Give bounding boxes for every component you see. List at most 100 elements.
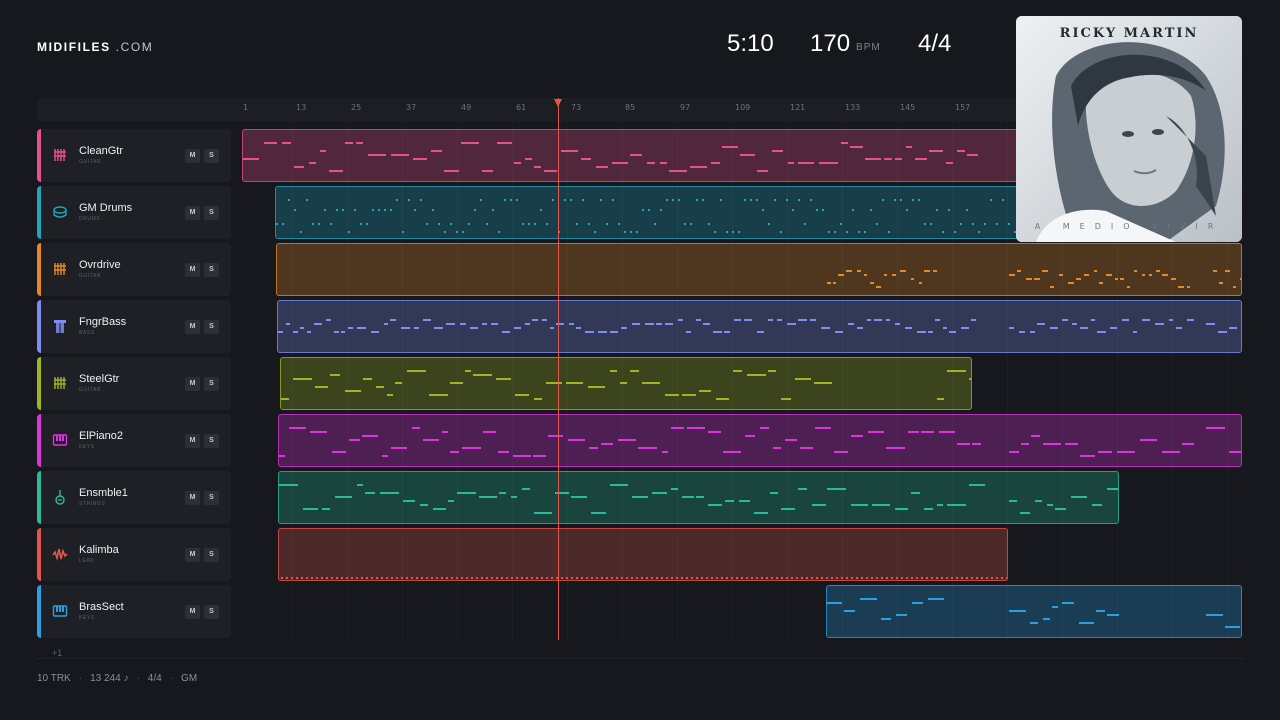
- midi-note: [788, 162, 794, 164]
- mute-button[interactable]: M: [185, 149, 200, 163]
- solo-button[interactable]: S: [204, 377, 219, 391]
- track-header[interactable]: FngrBass BASS M S: [37, 300, 231, 353]
- solo-button[interactable]: S: [204, 434, 219, 448]
- track-color-stripe: [37, 129, 41, 182]
- midi-note: [936, 209, 938, 211]
- track-name: Ovrdrive: [79, 259, 121, 271]
- tempo-display: 170 BPM: [810, 30, 881, 58]
- midi-clip[interactable]: [280, 357, 972, 410]
- midi-note: [576, 223, 578, 225]
- midi-note: [1098, 451, 1112, 453]
- midi-note: [514, 327, 521, 329]
- midi-clip[interactable]: [826, 585, 1242, 638]
- midi-note: [569, 323, 574, 325]
- wave-icon: [52, 546, 68, 562]
- midi-note: [941, 577, 943, 579]
- track-header[interactable]: Kalimba LEAD M S: [37, 528, 231, 581]
- mute-button[interactable]: M: [185, 491, 200, 505]
- midi-note: [960, 223, 962, 225]
- footer-signature: 4/4: [147, 673, 162, 684]
- midi-clip[interactable]: [278, 414, 1242, 467]
- midi-note: [956, 577, 958, 579]
- midi-note: [846, 231, 848, 233]
- album-artist: RICKY MARTIN: [1059, 26, 1199, 41]
- midi-note: [642, 209, 644, 211]
- midi-note: [294, 209, 296, 211]
- track-header[interactable]: GM Drums DRUMS M S: [37, 186, 231, 239]
- mute-button[interactable]: M: [185, 263, 200, 277]
- track-header[interactable]: Ensmble1 STRINGS M S: [37, 471, 231, 524]
- mute-button[interactable]: M: [185, 548, 200, 562]
- midi-note: [288, 199, 290, 201]
- midi-note: [762, 209, 764, 211]
- playhead[interactable]: [558, 98, 559, 640]
- solo-button[interactable]: S: [204, 149, 219, 163]
- track-header[interactable]: BrasSect KEYS M S: [37, 585, 231, 638]
- midi-note: [320, 150, 326, 152]
- track-header[interactable]: Ovrdrive GUITAR M S: [37, 243, 231, 296]
- midi-note: [588, 386, 605, 388]
- midi-note: [901, 577, 903, 579]
- midi-note: [946, 162, 953, 164]
- midi-note: [630, 231, 632, 233]
- midi-note: [686, 577, 688, 579]
- midi-note: [541, 577, 543, 579]
- midi-clip[interactable]: [278, 471, 1119, 524]
- midi-note: [773, 447, 781, 449]
- midi-note: [444, 231, 446, 233]
- midi-note: [601, 443, 613, 445]
- midi-note: [1107, 488, 1118, 490]
- midi-note: [525, 323, 530, 325]
- solo-button[interactable]: S: [204, 491, 219, 505]
- midi-note: [336, 209, 338, 211]
- track-header[interactable]: CleanGtr GUITAR M S: [37, 129, 231, 182]
- mute-button[interactable]: M: [185, 320, 200, 334]
- midi-clip[interactable]: [278, 528, 1008, 581]
- more-tracks-label[interactable]: +1: [52, 648, 62, 658]
- midi-note: [786, 577, 788, 579]
- midi-note: [966, 209, 968, 211]
- solo-button[interactable]: S: [204, 548, 219, 562]
- midi-note: [781, 398, 791, 400]
- midi-clip[interactable]: [277, 300, 1242, 353]
- midi-note: [1092, 504, 1102, 506]
- midi-note: [456, 231, 458, 233]
- midi-note: [895, 508, 908, 510]
- midi-note: [1009, 500, 1017, 502]
- solo-button[interactable]: S: [204, 605, 219, 619]
- midi-note: [291, 577, 293, 579]
- midi-note: [461, 142, 479, 144]
- midi-note: [362, 435, 378, 437]
- midi-clip[interactable]: [276, 243, 1242, 296]
- solo-button[interactable]: S: [204, 206, 219, 220]
- solo-button[interactable]: S: [204, 320, 219, 334]
- midi-note: [1017, 270, 1021, 272]
- midi-note: [828, 231, 830, 233]
- midi-note: [522, 223, 524, 225]
- mute-button[interactable]: M: [185, 377, 200, 391]
- mute-button[interactable]: M: [185, 434, 200, 448]
- midi-note: [516, 199, 518, 201]
- midi-note: [289, 427, 306, 429]
- midi-note: [301, 577, 303, 579]
- solo-button[interactable]: S: [204, 263, 219, 277]
- mute-button[interactable]: M: [185, 605, 200, 619]
- midi-note: [684, 223, 686, 225]
- midi-note: [865, 158, 881, 160]
- midi-note: [815, 427, 831, 429]
- midi-note: [636, 231, 638, 233]
- track-header[interactable]: SteelGtr GUITAR M S: [37, 357, 231, 410]
- midi-note: [924, 508, 933, 510]
- track-name: BrasSect: [79, 601, 124, 613]
- midi-note: [948, 209, 950, 211]
- playhead-marker[interactable]: [554, 99, 562, 107]
- mute-button[interactable]: M: [185, 206, 200, 220]
- midi-note: [387, 394, 393, 396]
- midi-note: [511, 577, 513, 579]
- midi-note: [852, 209, 854, 211]
- track-header[interactable]: ElPiano2 KEYS M S: [37, 414, 231, 467]
- midi-note: [624, 231, 626, 233]
- midi-note: [1042, 270, 1048, 272]
- midi-note: [1026, 278, 1032, 280]
- midi-note: [895, 323, 900, 325]
